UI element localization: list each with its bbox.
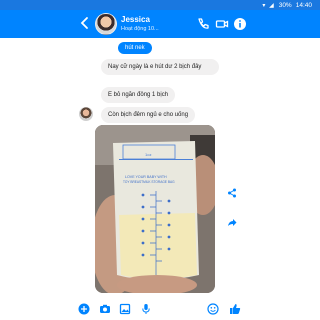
bag-text-line2: TOY BREASTMILK STORAGE BAG	[123, 180, 175, 184]
message-list[interactable]: hút nek Nay cữ ngày là e hút dư 2 bịch đ…	[0, 38, 320, 298]
plus-circle-icon[interactable]	[78, 303, 90, 315]
bag-oz-label: 1oz	[145, 152, 151, 157]
received-message[interactable]: Còn bịch đêm ngủ e cho uống	[101, 107, 196, 123]
received-message[interactable]: Nay cữ ngày là e hút dư 2 bịch đây	[101, 59, 219, 75]
thumbs-up-icon[interactable]	[229, 303, 241, 315]
status-bar: ▾ ◢ 30% 14:40	[0, 0, 320, 10]
breastmilk-bag-photo: 1oz LOVE YOUR BABY WITH TOY BREASTMILK S…	[95, 125, 215, 293]
back-arrow-icon[interactable]	[79, 16, 91, 30]
contact-name[interactable]: Jessica	[121, 15, 150, 24]
sender-avatar	[79, 107, 93, 121]
signal-icon: ▾ ◢	[262, 2, 275, 9]
share-icon[interactable]	[227, 188, 237, 198]
microphone-icon[interactable]	[140, 303, 152, 315]
phone-icon[interactable]	[196, 17, 210, 31]
emoji-icon[interactable]	[207, 303, 219, 315]
video-camera-icon[interactable]	[215, 17, 229, 31]
received-message[interactable]: E bỏ ngăn đông 1 bịch	[101, 87, 176, 103]
bag-text-line1: LOVE YOUR BABY WITH	[125, 175, 167, 179]
sent-message[interactable]: hút nek	[118, 42, 152, 54]
gallery-icon[interactable]	[119, 303, 131, 315]
message-composer	[0, 298, 320, 320]
contact-avatar[interactable]	[95, 13, 117, 35]
camera-icon[interactable]	[99, 303, 111, 315]
forward-icon[interactable]	[227, 218, 237, 228]
clock: 14:40	[295, 1, 312, 9]
conversation-header: Jessica Hoạt động 10...	[0, 10, 320, 38]
battery-level: 30%	[278, 1, 292, 9]
presence-status: Hoạt động 10...	[121, 26, 159, 32]
photo-message[interactable]: 1oz LOVE YOUR BABY WITH TOY BREASTMILK S…	[95, 125, 215, 293]
info-icon[interactable]	[233, 17, 247, 31]
